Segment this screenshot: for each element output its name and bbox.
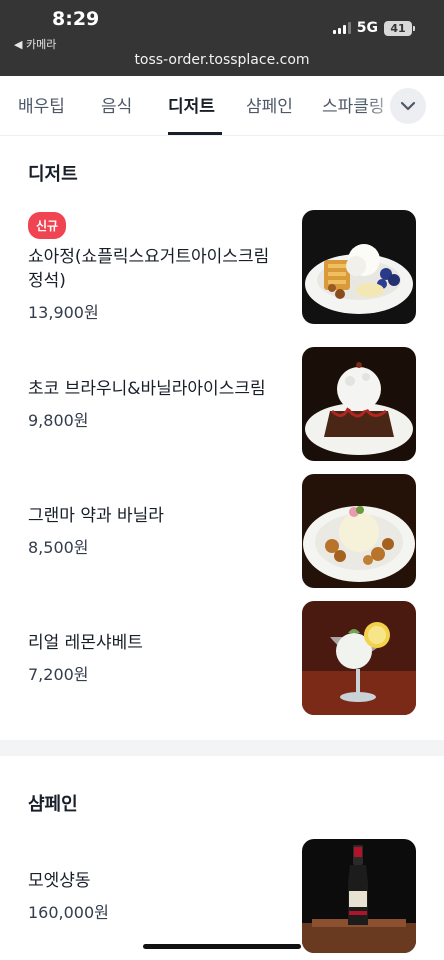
menu-item-info: 초코 브라우니&바닐라아이스크림 9,800원 <box>28 347 288 461</box>
menu-item-price: 7,200원 <box>28 665 89 684</box>
menu-item-info: 모엣샹동 160,000원 <box>28 839 288 953</box>
menu-item-name: 그랜마 약과 바닐라 <box>28 506 164 526</box>
section-title-dessert: 디저트 <box>28 164 78 185</box>
menu-item-info: 그랜마 약과 바닐라 8,500원 <box>28 474 288 588</box>
menu-item-price: 9,800원 <box>28 411 89 430</box>
menu-item[interactable]: 신규 쇼아정(쇼플릭스요거트아이스크림 정석) 13,900원 <box>0 210 444 324</box>
menu-item-price: 13,900원 <box>28 302 99 322</box>
menu-item-photo <box>302 210 416 324</box>
menu-item-photo <box>302 839 416 953</box>
menu-item-name: 쇼아정(쇼플릭스요거트아이스크림 정석) <box>28 246 270 291</box>
network-type: 5G <box>356 20 378 36</box>
active-tab-indicator <box>168 132 222 135</box>
menu-item-photo <box>302 601 416 715</box>
clock: 8:29 <box>52 8 100 30</box>
section-title-champagne: 샴페인 <box>28 794 78 815</box>
menu-item-info: 신규 쇼아정(쇼플릭스요거트아이스크림 정석) 13,900원 <box>28 210 288 324</box>
menu-item-price: 8,500원 <box>28 538 89 557</box>
section-divider <box>0 740 444 756</box>
menu-item-name: 초코 브라우니&바닐라아이스크림 <box>28 379 266 399</box>
tab-champagne[interactable]: 샴페인 <box>246 92 293 117</box>
url-bar[interactable]: toss-order.tossplace.com <box>0 52 444 68</box>
menu-item-price: 160,000원 <box>28 903 109 922</box>
browser-status-bar: 8:29 ◀ 카메라 5G 41 toss-order.tossplace.co… <box>0 0 444 76</box>
new-badge: 신규 <box>28 211 67 239</box>
chevron-down-icon <box>400 101 416 111</box>
battery-icon: 41 <box>384 20 415 36</box>
expand-categories-button[interactable] <box>390 88 426 124</box>
home-indicator[interactable] <box>143 944 301 949</box>
status-indicators: 5G 41 <box>332 20 415 36</box>
menu-item-photo <box>302 474 416 588</box>
tab-food[interactable]: 음식 <box>101 92 132 117</box>
menu-item[interactable]: 모엣샹동 160,000원 <box>0 839 444 953</box>
menu-item-info: 리얼 레몬샤베트 7,200원 <box>28 601 288 715</box>
category-tabs: 배우팁 음식 디저트 샴페인 스파클링 <box>0 76 444 136</box>
tab-dessert[interactable]: 디저트 <box>168 92 215 117</box>
tab-tips[interactable]: 배우팁 <box>18 92 65 117</box>
menu-item[interactable]: 리얼 레몬샤베트 7,200원 <box>0 601 444 715</box>
back-to-camera-link[interactable]: ◀ 카메라 <box>14 36 56 52</box>
menu-item[interactable]: 그랜마 약과 바닐라 8,500원 <box>0 474 444 588</box>
menu-item-name: 리얼 레몬샤베트 <box>28 633 143 653</box>
menu-item[interactable]: 초코 브라우니&바닐라아이스크림 9,800원 <box>0 347 444 461</box>
signal-icon <box>332 22 351 34</box>
menu-item-name: 모엣샹동 <box>28 871 91 891</box>
menu-item-photo <box>302 347 416 461</box>
